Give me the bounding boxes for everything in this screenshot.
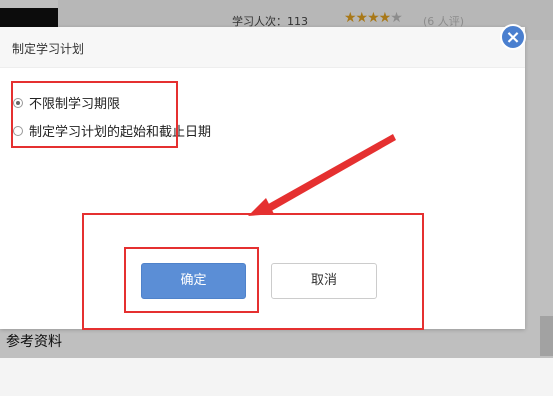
annotation-box-confirm (124, 247, 259, 313)
close-icon[interactable]: × (500, 24, 526, 50)
dialog-header: 制定学习计划 (0, 27, 525, 68)
annotation-box-options (11, 81, 178, 148)
page-footer-area (0, 358, 553, 396)
dialog-title: 制定学习计划 (12, 42, 85, 56)
